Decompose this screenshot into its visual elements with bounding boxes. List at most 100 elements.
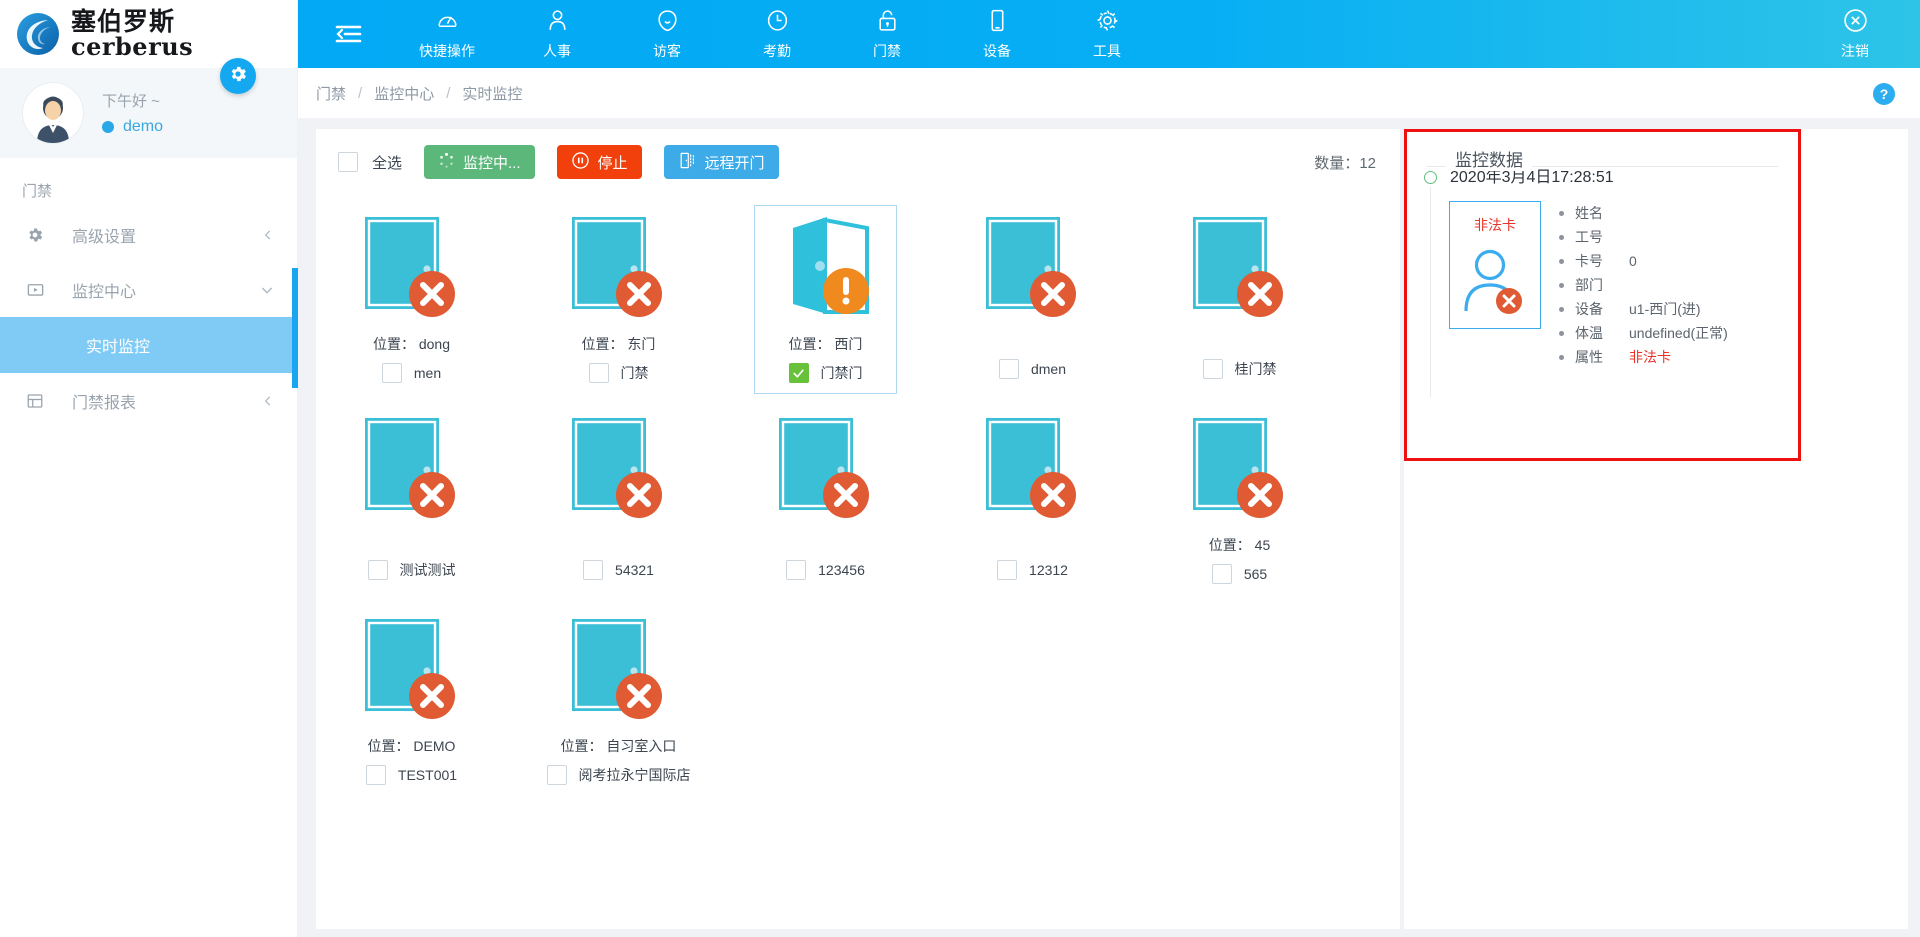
breadcrumb-item-1[interactable]: 门禁 bbox=[316, 83, 346, 104]
logout-button[interactable]: 注销 bbox=[1820, 0, 1890, 68]
sidebar-item-access-report[interactable]: 门禁报表 bbox=[0, 373, 297, 428]
monitor-field-value: u1-西门(进) bbox=[1629, 299, 1701, 319]
clock-icon bbox=[765, 8, 790, 38]
brand-logo[interactable]: 塞伯罗斯 cerberus bbox=[0, 0, 297, 68]
nav-item-label: 设备 bbox=[983, 41, 1011, 61]
door-card[interactable]: 位置： DEMOTEST001 bbox=[340, 607, 483, 796]
door-checkbox[interactable] bbox=[997, 560, 1017, 580]
door-closed-icon bbox=[359, 415, 464, 525]
door-name-row: dmen bbox=[999, 359, 1066, 379]
sidebar-item-monitor-center[interactable]: 监控中心 bbox=[0, 262, 297, 317]
door-card[interactable]: 位置： 东门门禁 bbox=[547, 205, 690, 394]
nav-item-quick-ops[interactable]: 快捷操作 bbox=[392, 0, 502, 68]
door-location-label: 位置： DEMO bbox=[368, 736, 456, 756]
door-closed-icon bbox=[566, 616, 671, 726]
help-circle-icon[interactable]: ? bbox=[1872, 82, 1896, 111]
tools-gear-icon bbox=[1095, 8, 1120, 38]
door-name-label: 门禁门 bbox=[821, 363, 863, 383]
door-checkbox[interactable] bbox=[382, 363, 402, 383]
nav-item-access-control[interactable]: 门禁 bbox=[832, 0, 942, 68]
door-card[interactable]: 位置： dongmen bbox=[340, 205, 483, 394]
door-checkbox[interactable] bbox=[1203, 359, 1223, 379]
door-checkbox[interactable] bbox=[368, 560, 388, 580]
door-name-row: 54321 bbox=[583, 560, 654, 580]
door-card[interactable]: 位置： 45565 bbox=[1168, 406, 1311, 595]
nav-item-label: 访客 bbox=[653, 41, 681, 61]
door-card[interactable]: 54321 bbox=[547, 406, 690, 595]
door-card[interactable]: dmen bbox=[961, 205, 1104, 394]
door-name-label: 阅考拉永宁国际店 bbox=[579, 765, 691, 785]
stop-button[interactable]: 停止 bbox=[557, 145, 642, 179]
person-denied-icon bbox=[1460, 243, 1530, 322]
monitor-fields: 姓名工号卡号0部门设备u1-西门(进)体温undefined(正常)属性非法卡 bbox=[1559, 201, 1728, 369]
monitor-field-label: 部门 bbox=[1575, 275, 1617, 295]
breadcrumb-item-3[interactable]: 实时监控 bbox=[462, 83, 522, 104]
nav-item-hr[interactable]: 人事 bbox=[502, 0, 612, 68]
remote-open-button[interactable]: 远程开门 bbox=[664, 145, 779, 179]
nav-item-label: 门禁 bbox=[873, 41, 901, 61]
breadcrumb-item-2[interactable]: 监控中心 bbox=[374, 83, 434, 104]
monitoring-button-label: 监控中... bbox=[463, 152, 521, 173]
top-navigation-bar: 快捷操作 人事 访客 bbox=[298, 0, 1920, 68]
spinner-icon bbox=[438, 152, 455, 173]
door-name-label: 测试测试 bbox=[400, 560, 456, 580]
door-checkbox[interactable] bbox=[583, 560, 603, 580]
doors-toolbar: 全选 监控中... bbox=[316, 129, 1400, 195]
door-closed-icon bbox=[1187, 214, 1292, 324]
door-checkbox[interactable] bbox=[1212, 564, 1232, 584]
sidebar-item-realtime-monitor[interactable]: 实时监控 bbox=[0, 317, 297, 373]
door-name-row: 桂门禁 bbox=[1203, 359, 1277, 379]
monitor-field: 部门 bbox=[1559, 273, 1728, 297]
door-checkbox[interactable] bbox=[589, 363, 609, 383]
door-name-row: 门禁 bbox=[589, 363, 649, 383]
monitoring-button[interactable]: 监控中... bbox=[424, 145, 535, 179]
door-name-label: 12312 bbox=[1029, 562, 1068, 578]
door-closed-icon bbox=[566, 214, 671, 324]
door-checkbox[interactable] bbox=[547, 765, 567, 785]
nav-item-label: 人事 bbox=[543, 41, 571, 61]
door-open-icon bbox=[773, 214, 878, 324]
door-closed-icon bbox=[359, 214, 464, 324]
monitor-field-value: undefined(正常) bbox=[1629, 323, 1728, 343]
nav-item-tools[interactable]: 工具 bbox=[1052, 0, 1162, 68]
door-name-label: dmen bbox=[1031, 361, 1066, 377]
door-checkbox[interactable] bbox=[789, 363, 809, 383]
monitor-field: 体温undefined(正常) bbox=[1559, 321, 1728, 345]
sidebar: 塞伯罗斯 cerberus bbox=[0, 0, 298, 937]
door-name-label: 54321 bbox=[615, 562, 654, 578]
select-all-checkbox[interactable] bbox=[338, 152, 358, 172]
door-location-label: 位置： 自习室入口 bbox=[561, 736, 677, 756]
monitor-field-label: 属性 bbox=[1575, 347, 1617, 367]
nav-item-device[interactable]: 设备 bbox=[942, 0, 1052, 68]
close-circle-icon bbox=[1843, 8, 1868, 38]
door-name-row: 测试测试 bbox=[368, 560, 456, 580]
door-closed-icon bbox=[359, 616, 464, 726]
menu-collapse-icon[interactable] bbox=[318, 22, 378, 46]
door-checkbox[interactable] bbox=[999, 359, 1019, 379]
lock-icon bbox=[875, 8, 900, 38]
monitor-field: 卡号0 bbox=[1559, 249, 1728, 273]
door-card[interactable]: 桂门禁 bbox=[1168, 205, 1311, 394]
door-checkbox[interactable] bbox=[366, 765, 386, 785]
door-card[interactable]: 位置： 西门门禁门 bbox=[754, 205, 897, 394]
nav-item-visitor[interactable]: 访客 bbox=[612, 0, 722, 68]
sidebar-item-advanced-settings[interactable]: 高级设置 bbox=[0, 207, 297, 262]
bullet-icon bbox=[1559, 283, 1564, 288]
door-location-label: 位置： 东门 bbox=[582, 334, 656, 354]
door-closed-icon bbox=[566, 415, 671, 525]
chevron-down-icon bbox=[259, 282, 275, 298]
video-icon bbox=[22, 280, 48, 299]
door-checkbox[interactable] bbox=[786, 560, 806, 580]
nav-item-label: 考勤 bbox=[763, 41, 791, 61]
bullet-icon bbox=[1559, 307, 1564, 312]
door-card[interactable]: 测试测试 bbox=[340, 406, 483, 595]
brand-name-cn: 塞伯罗斯 bbox=[71, 9, 193, 34]
door-card[interactable]: 12312 bbox=[961, 406, 1104, 595]
settings-fab-button[interactable] bbox=[220, 58, 256, 94]
door-card[interactable]: 位置： 自习室入口阅考拉永宁国际店 bbox=[547, 607, 690, 796]
person-icon bbox=[545, 8, 570, 38]
nav-item-attendance[interactable]: 考勤 bbox=[722, 0, 832, 68]
door-card[interactable]: 123456 bbox=[754, 406, 897, 595]
timeline-dot-icon bbox=[1424, 171, 1437, 184]
door-name-row: 阅考拉永宁国际店 bbox=[547, 765, 691, 785]
